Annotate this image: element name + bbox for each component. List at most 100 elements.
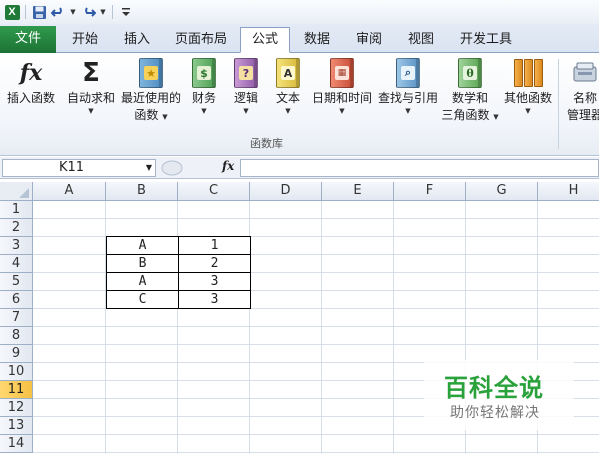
lookup-reference-button[interactable]: ⌕ 查找与引用 ▼ <box>376 57 440 116</box>
select-all-corner[interactable] <box>0 182 33 201</box>
tab-home[interactable]: 开始 <box>62 28 108 53</box>
table-cell-c3[interactable]: 1 <box>178 236 251 255</box>
row-header-6[interactable]: 6 <box>0 291 33 309</box>
tab-developer[interactable]: 开发工具 <box>450 28 522 53</box>
row-header-5[interactable]: 5 <box>0 273 33 291</box>
customize-toolbar-icon[interactable] <box>118 4 134 20</box>
column-header-a[interactable]: A <box>33 182 106 201</box>
tab-formulas[interactable]: 公式 <box>240 27 290 53</box>
excel-logo-icon[interactable]: X <box>4 4 20 20</box>
dropdown-arrow-icon: ▼ <box>201 107 207 115</box>
recently-used-label-2: 函数 ▼ <box>134 108 168 122</box>
datetime-button[interactable]: ▦ 日期和时间 ▼ <box>310 57 374 116</box>
save-icon[interactable] <box>31 4 47 20</box>
name-box[interactable]: K11 ▼ <box>2 159 156 177</box>
row-header-3[interactable]: 3 <box>0 237 33 255</box>
math-trig-button[interactable]: θ 数学和 三角函数 ▼ <box>441 57 499 123</box>
table-cell-b5[interactable]: A <box>106 272 179 291</box>
undo-icon[interactable] <box>50 4 66 20</box>
dropdown-arrow-icon: ▼ <box>88 107 94 115</box>
tab-data[interactable]: 数据 <box>296 28 338 53</box>
row-header-12[interactable]: 12 <box>0 399 33 417</box>
table-cell-c6[interactable]: 3 <box>178 290 251 309</box>
column-header-g[interactable]: G <box>466 182 538 201</box>
dropdown-arrow-icon: ▼ <box>405 107 411 115</box>
tab-insert[interactable]: 插入 <box>114 28 160 53</box>
math-trig-label-2: 三角函数 ▼ <box>441 108 499 122</box>
name-manager-label-2: 管理器 <box>566 108 599 122</box>
dropdown-arrow-icon: ▼ <box>525 107 531 115</box>
row-gridline <box>33 344 599 345</box>
theta-book-icon: θ <box>454 57 486 89</box>
financial-button[interactable]: $ 财务 ▼ <box>186 57 222 116</box>
row-header-13[interactable]: 13 <box>0 417 33 435</box>
column-header-c[interactable]: C <box>178 182 250 201</box>
tab-file[interactable]: 文件 <box>0 26 56 53</box>
row-header-14[interactable]: 14 <box>0 435 33 453</box>
insert-function-fx-icon[interactable]: fx <box>222 159 234 173</box>
lookup-reference-label: 查找与引用 <box>377 91 438 105</box>
table-cell-b3[interactable]: A <box>106 236 179 255</box>
row-header-10[interactable]: 10 <box>0 363 33 381</box>
column-gridline <box>321 201 322 454</box>
row-gridline <box>33 326 599 327</box>
tab-view[interactable]: 视图 <box>398 28 444 53</box>
name-box-value: K11 <box>59 160 85 175</box>
row-gridline <box>33 218 599 219</box>
dropdown-arrow-icon: ▼ <box>339 107 345 115</box>
recently-used-button[interactable]: ★ 最近使用的 函数 ▼ <box>120 57 182 123</box>
name-manager-button[interactable]: 名称 管理器 <box>562 57 599 123</box>
text-functions-button[interactable]: A 文本 ▼ <box>270 57 306 116</box>
logical-button[interactable]: ? 逻辑 ▼ <box>228 57 264 116</box>
watermark-subtitle: 助你轻松解决 <box>450 405 540 421</box>
column-header-e[interactable]: E <box>322 182 394 201</box>
tab-page-layout[interactable]: 页面布局 <box>168 28 234 53</box>
datetime-label: 日期和时间 <box>311 91 372 105</box>
function-library-group-label: 函数库 <box>250 137 283 150</box>
table-cell-b6[interactable]: C <box>106 290 179 309</box>
watermark-title: 百科全说 <box>444 374 544 402</box>
column-header-h[interactable]: H <box>538 182 599 201</box>
tab-review[interactable]: 审阅 <box>346 28 392 53</box>
divider <box>25 5 26 19</box>
row-header-11[interactable]: 11 <box>0 381 33 399</box>
row-header-4[interactable]: 4 <box>0 255 33 273</box>
column-header-b[interactable]: B <box>106 182 178 201</box>
table-cell-c5[interactable]: 3 <box>178 272 251 291</box>
row-gridline <box>33 452 599 453</box>
more-functions-button[interactable]: 其他函数 ▼ <box>502 57 554 116</box>
row-header-8[interactable]: 8 <box>0 327 33 345</box>
formula-input[interactable] <box>240 159 599 177</box>
undo-dropdown-icon[interactable]: ▼ <box>69 8 77 16</box>
star-book-icon: ★ <box>135 57 167 89</box>
dropdown-arrow-icon: ▼ <box>243 107 249 115</box>
financial-label: 财务 <box>191 91 216 105</box>
fx-icon: fx <box>19 60 43 86</box>
row-header-7[interactable]: 7 <box>0 309 33 327</box>
formula-bar: K11 ▼ fx <box>0 157 599 179</box>
question-book-icon: ? <box>230 57 262 89</box>
math-trig-label-1: 数学和 <box>451 91 488 105</box>
text-book-icon: A <box>272 57 304 89</box>
ribbon-formulas: fx 插入函数 Σ 自动求和 ▼ ★ 最近使用的 函数 ▼ $ 财务 ▼ ? 逻… <box>0 53 599 156</box>
autosum-button[interactable]: Σ 自动求和 ▼ <box>64 57 118 116</box>
column-header-f[interactable]: F <box>394 182 466 201</box>
column-header-d[interactable]: D <box>250 182 322 201</box>
redo-dropdown-icon[interactable]: ▼ <box>99 8 107 16</box>
insert-function-label: 插入函数 <box>6 91 55 105</box>
row-header-1[interactable]: 1 <box>0 201 33 219</box>
redo-icon[interactable] <box>80 4 96 20</box>
divider <box>112 5 113 19</box>
text-functions-label: 文本 <box>275 91 300 105</box>
row-header-2[interactable]: 2 <box>0 219 33 237</box>
table-cell-c4[interactable]: 2 <box>178 254 251 273</box>
name-manager-icon <box>569 57 599 89</box>
chevron-down-icon[interactable]: ▼ <box>146 160 152 176</box>
row-gridline <box>33 434 599 435</box>
row-header-9[interactable]: 9 <box>0 345 33 363</box>
magnifier-book-icon: ⌕ <box>392 57 424 89</box>
more-functions-label: 其他函数 <box>503 91 552 105</box>
insert-function-button[interactable]: fx 插入函数 <box>4 57 58 106</box>
ribbon-tabs: 文件 开始 插入 页面布局 公式 数据 审阅 视图 开发工具 <box>0 24 599 53</box>
table-cell-b4[interactable]: B <box>106 254 179 273</box>
